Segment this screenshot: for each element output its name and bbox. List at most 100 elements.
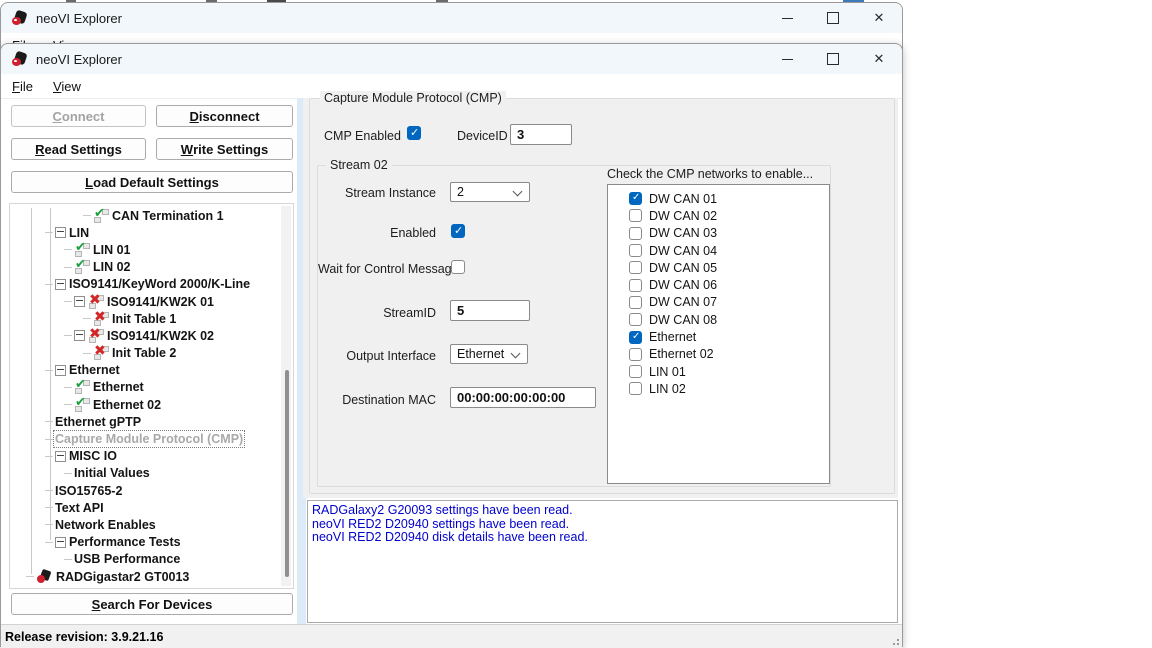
tree-scrollbar-thumb[interactable] xyxy=(285,370,289,577)
connect-button[interactable]: Connect xyxy=(11,105,146,127)
stream-instance-select[interactable]: 2 xyxy=(450,182,530,202)
stream-id-input[interactable]: 5 xyxy=(450,300,530,321)
network-checkbox[interactable] xyxy=(629,296,642,309)
network-checkbox[interactable] xyxy=(629,279,642,292)
minimize-icon[interactable] xyxy=(764,3,810,33)
network-checkbox[interactable] xyxy=(629,244,642,257)
minimize-icon[interactable] xyxy=(764,44,810,74)
network-row[interactable]: DW CAN 07 xyxy=(608,294,829,311)
tree-item-label: Network Enables xyxy=(55,518,156,532)
tree-item[interactable]: Capture Module Protocol (CMP) xyxy=(10,430,281,447)
enabled-label: Enabled xyxy=(328,226,436,240)
network-row[interactable]: LIN 02 xyxy=(608,380,829,397)
network-checkbox[interactable] xyxy=(629,348,642,361)
tree-item[interactable]: ✖Init Table 2 xyxy=(10,345,281,362)
load-default-settings-button[interactable]: Load Default Settings xyxy=(11,171,293,193)
tree-item-label: LIN 02 xyxy=(93,260,131,274)
network-checkbox[interactable] xyxy=(629,313,642,326)
network-row[interactable]: DW CAN 02 xyxy=(608,207,829,224)
tree-item[interactable]: USB Performance xyxy=(10,551,281,568)
tree-collapse-icon[interactable] xyxy=(55,537,66,548)
destination-mac-label: Destination MAC xyxy=(328,393,436,407)
enabled-checkbox[interactable] xyxy=(451,224,465,238)
tree-item-label: ISO9141/KeyWord 2000/K-Line xyxy=(69,277,250,291)
close-icon[interactable]: ✕ xyxy=(856,44,902,74)
maximize-icon[interactable] xyxy=(810,3,856,33)
tree-scrollbar[interactable] xyxy=(281,206,291,586)
network-row[interactable]: DW CAN 04 xyxy=(608,242,829,259)
tree-item[interactable]: Performance Tests xyxy=(10,534,281,551)
network-checkbox[interactable] xyxy=(629,382,642,395)
menu-view[interactable]: View xyxy=(44,76,90,97)
app-icon xyxy=(11,11,28,26)
disconnect-button[interactable]: Disconnect xyxy=(156,105,293,127)
tree-item[interactable]: Ethernet xyxy=(10,362,281,379)
wait-for-control-checkbox[interactable] xyxy=(451,260,465,274)
tree-item[interactable]: ISO15765-2 xyxy=(10,482,281,499)
tree-item[interactable]: RADGigastar2 GT0013 xyxy=(10,568,281,585)
tree-item[interactable]: LIN xyxy=(10,224,281,241)
network-row[interactable]: Ethernet xyxy=(608,328,829,345)
tree-item[interactable]: Initial Values xyxy=(10,465,281,482)
write-settings-button[interactable]: Write Settings xyxy=(156,138,293,160)
menu-file[interactable]: File xyxy=(3,76,42,97)
tree-item-label: Ethernet gPTP xyxy=(55,415,141,429)
tree-item[interactable]: MISC IO xyxy=(10,448,281,465)
tree-item[interactable]: Ethernet gPTP xyxy=(10,413,281,430)
stream-instance-label: Stream Instance xyxy=(328,186,436,200)
network-row[interactable]: DW CAN 05 xyxy=(608,259,829,276)
tree-item[interactable]: ✖ISO9141/KW2K 02 xyxy=(10,327,281,344)
tree-collapse-icon[interactable] xyxy=(55,451,66,462)
device-id-input[interactable]: 3 xyxy=(510,124,572,145)
network-row[interactable]: DW CAN 08 xyxy=(608,311,829,328)
tree-item[interactable]: ISO9141/KeyWord 2000/K-Line xyxy=(10,276,281,293)
tree-item[interactable]: ✖ISO9141/KW2K 01 xyxy=(10,293,281,310)
close-icon[interactable]: ✕ xyxy=(856,3,902,33)
tree-item-label: Performance Tests xyxy=(69,535,181,549)
tree-collapse-icon[interactable] xyxy=(55,227,66,238)
tree-item[interactable]: ✔Ethernet 02 xyxy=(10,396,281,413)
tree-item[interactable]: Text API xyxy=(10,499,281,516)
network-row[interactable]: LIN 01 xyxy=(608,363,829,380)
wait-for-control-label: Wait for Control Message xyxy=(318,262,436,276)
cmp-enabled-checkbox[interactable] xyxy=(407,126,421,140)
network-checkbox[interactable] xyxy=(629,209,642,222)
network-label: DW CAN 04 xyxy=(649,244,717,258)
disabled-cross-icon: ✖ xyxy=(93,312,109,326)
tree-collapse-icon[interactable] xyxy=(55,279,66,290)
tree-item[interactable]: Network Enables xyxy=(10,516,281,533)
read-settings-button[interactable]: Read Settings xyxy=(11,138,146,160)
network-checkbox[interactable] xyxy=(629,192,642,205)
output-interface-select[interactable]: Ethernet xyxy=(450,344,528,364)
tree-item[interactable]: ✔CAN Termination 1 xyxy=(10,207,281,224)
tree-connector xyxy=(64,559,72,560)
tree-collapse-icon[interactable] xyxy=(74,330,85,341)
tree-collapse-icon[interactable] xyxy=(74,296,85,307)
network-checkbox[interactable] xyxy=(629,227,642,240)
tree-item[interactable]: ✔LIN 01 xyxy=(10,241,281,258)
network-row[interactable]: DW CAN 06 xyxy=(608,276,829,293)
resize-grip-icon[interactable] xyxy=(891,637,899,645)
tree-item-label: Ethernet xyxy=(93,380,144,394)
network-checkbox[interactable] xyxy=(629,261,642,274)
tree-item[interactable]: ✖Init Table 1 xyxy=(10,310,281,327)
tree-collapse-icon[interactable] xyxy=(55,365,66,376)
tree-item[interactable]: ✔LIN 02 xyxy=(10,259,281,276)
tree-connector xyxy=(45,456,53,457)
tree-item[interactable]: ✔Ethernet xyxy=(10,379,281,396)
search-for-devices-button[interactable]: Search For Devices xyxy=(11,593,293,615)
tree-connector xyxy=(64,249,72,250)
tree-connector xyxy=(83,318,91,319)
tree-connector xyxy=(64,335,72,336)
network-checkbox[interactable] xyxy=(629,365,642,378)
maximize-icon[interactable] xyxy=(810,44,856,74)
tree-connector xyxy=(45,370,53,371)
network-row[interactable]: DW CAN 03 xyxy=(608,225,829,242)
network-row[interactable]: Ethernet 02 xyxy=(608,346,829,363)
destination-mac-input[interactable]: 00:00:00:00:00:00 xyxy=(450,387,596,408)
network-label: DW CAN 07 xyxy=(649,295,717,309)
device-id-label: DeviceID xyxy=(457,129,505,143)
network-row[interactable]: DW CAN 01 xyxy=(608,190,829,207)
network-checkbox[interactable] xyxy=(629,331,642,344)
disabled-cross-icon: ✖ xyxy=(93,346,109,360)
